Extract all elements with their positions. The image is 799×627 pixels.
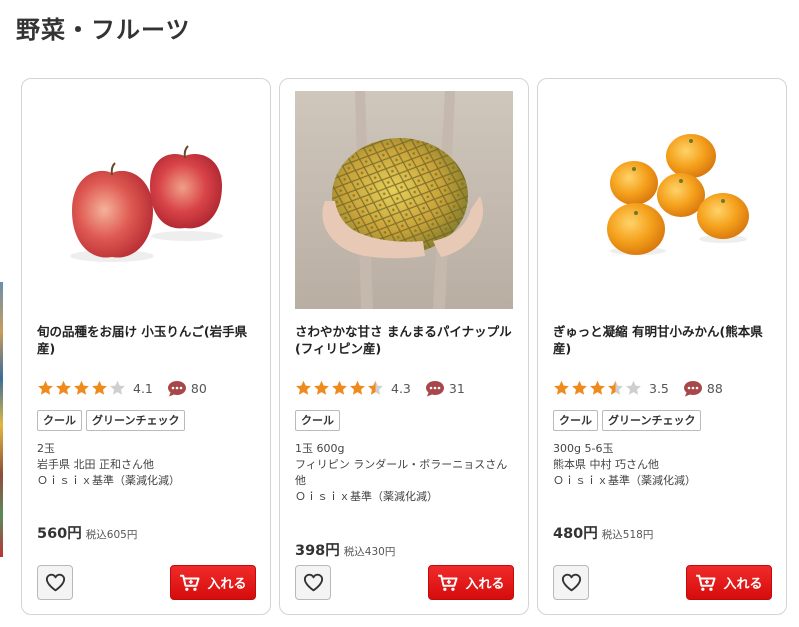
favorite-button[interactable] [295, 565, 331, 600]
product-name[interactable]: 旬の品種をお届け 小玉りんご(岩手県産) [37, 323, 259, 357]
star-filled-icon [350, 380, 365, 395]
pineapple-photo-icon [295, 91, 513, 309]
product-image-mandarin[interactable] [553, 91, 771, 309]
add-to-cart-button[interactable]: 入れる [428, 565, 514, 600]
product-details: 300g 5-6玉 熊本県 中村 巧さん他 Ｏｉｓｉｘ基準（薬減化減） [553, 441, 775, 489]
star-filled-icon [92, 380, 107, 395]
star-filled-icon [56, 380, 71, 395]
product-quantity: 2玉 [37, 442, 55, 455]
tag-cool: クール [553, 410, 598, 431]
review-count[interactable]: 80 [191, 381, 207, 396]
rating-value: 4.1 [133, 380, 153, 396]
price-tax-included: 税込518円 [601, 529, 654, 541]
comment-icon[interactable] [167, 380, 187, 397]
product-card: ぎゅっと凝縮 有明甘小みかん(熊本県産) 3.5 88 クール グリーンチェック… [537, 78, 787, 615]
add-to-cart-button[interactable]: 入れる [170, 565, 256, 600]
product-standard: Ｏｉｓｉｘ基準（薬減化減） [553, 474, 696, 487]
left-edge-image-strip [0, 282, 3, 557]
star-filled-icon [314, 380, 329, 395]
price-tax-included: 税込605円 [85, 529, 138, 541]
product-details: 2玉 岩手県 北田 正和さん他 Ｏｉｓｉｘ基準（薬減化減） [37, 441, 259, 489]
star-half-icon [368, 380, 383, 395]
price: 480円 税込518円 [553, 522, 653, 543]
cart-icon [180, 574, 201, 591]
price: 560円 税込605円 [37, 522, 137, 543]
price-main: 398円 [295, 543, 340, 559]
rating-stars [553, 380, 643, 396]
rating-row: 4.3 31 [295, 378, 465, 398]
product-quantity: 1玉 600g [295, 442, 345, 455]
rating-value: 3.5 [649, 380, 669, 396]
star-filled-icon [74, 380, 89, 395]
add-to-cart-label: 入れる [465, 577, 505, 592]
tag-cool: クール [37, 410, 82, 431]
tag-list: クール [295, 410, 344, 431]
favorite-button[interactable] [553, 565, 589, 600]
review-count[interactable]: 31 [449, 381, 465, 396]
add-to-cart-label: 入れる [207, 577, 247, 592]
apple-photo-icon [37, 91, 255, 309]
heart-icon [45, 573, 65, 592]
product-image-apple[interactable] [37, 91, 255, 309]
product-producer: 熊本県 中村 巧さん他 [553, 458, 659, 471]
price-main: 480円 [553, 526, 598, 542]
price-main: 560円 [37, 526, 82, 542]
price: 398円 税込430円 [295, 539, 395, 560]
tag-green-check: グリーンチェック [602, 410, 702, 431]
tag-cool: クール [295, 410, 340, 431]
comment-icon[interactable] [425, 380, 445, 397]
product-card: さわやかな甘さ まんまるパイナップル(フィリピン産) 4.3 31 クール 1玉… [279, 78, 529, 615]
star-half-icon [608, 380, 623, 395]
tag-list: クール グリーンチェック [553, 410, 705, 431]
star-empty-icon [110, 380, 125, 395]
favorite-button[interactable] [37, 565, 73, 600]
product-standard: Ｏｉｓｉｘ基準（薬減化減） [37, 474, 180, 487]
product-standard: Ｏｉｓｉｘ基準（薬減化減） [295, 490, 438, 503]
price-tax-included: 税込430円 [343, 546, 396, 558]
tag-green-check: グリーンチェック [86, 410, 186, 431]
product-producer: 岩手県 北田 正和さん他 [37, 458, 154, 471]
star-filled-icon [554, 380, 569, 395]
star-empty-icon [626, 380, 641, 395]
add-to-cart-button[interactable]: 入れる [686, 565, 772, 600]
comment-icon[interactable] [683, 380, 703, 397]
product-image-pineapple[interactable] [295, 91, 513, 309]
star-filled-icon [296, 380, 311, 395]
cart-icon [438, 574, 459, 591]
rating-row: 4.1 80 [37, 378, 207, 398]
product-name[interactable]: さわやかな甘さ まんまるパイナップル(フィリピン産) [295, 323, 517, 357]
product-quantity: 300g 5-6玉 [553, 442, 614, 455]
product-producer: フィリピン ランダール・ボラーニョスさん他 [295, 458, 508, 487]
rating-stars [37, 380, 127, 396]
star-filled-icon [590, 380, 605, 395]
star-filled-icon [38, 380, 53, 395]
heart-icon [561, 573, 581, 592]
star-filled-icon [572, 380, 587, 395]
review-count[interactable]: 88 [707, 381, 723, 396]
product-name[interactable]: ぎゅっと凝縮 有明甘小みかん(熊本県産) [553, 323, 775, 357]
product-card: 旬の品種をお届け 小玉りんご(岩手県産) 4.1 80 クール グリーンチェック… [21, 78, 271, 615]
rating-stars [295, 380, 385, 396]
cart-icon [696, 574, 717, 591]
section-title: 野菜・フルーツ [16, 16, 191, 44]
star-filled-icon [332, 380, 347, 395]
add-to-cart-label: 入れる [723, 577, 763, 592]
rating-value: 4.3 [391, 380, 411, 396]
mandarin-photo-icon [553, 91, 771, 309]
heart-icon [303, 573, 323, 592]
product-details: 1玉 600g フィリピン ランダール・ボラーニョスさん他 Ｏｉｓｉｘ基準（薬減… [295, 441, 517, 505]
rating-row: 3.5 88 [553, 378, 723, 398]
tag-list: クール グリーンチェック [37, 410, 189, 431]
